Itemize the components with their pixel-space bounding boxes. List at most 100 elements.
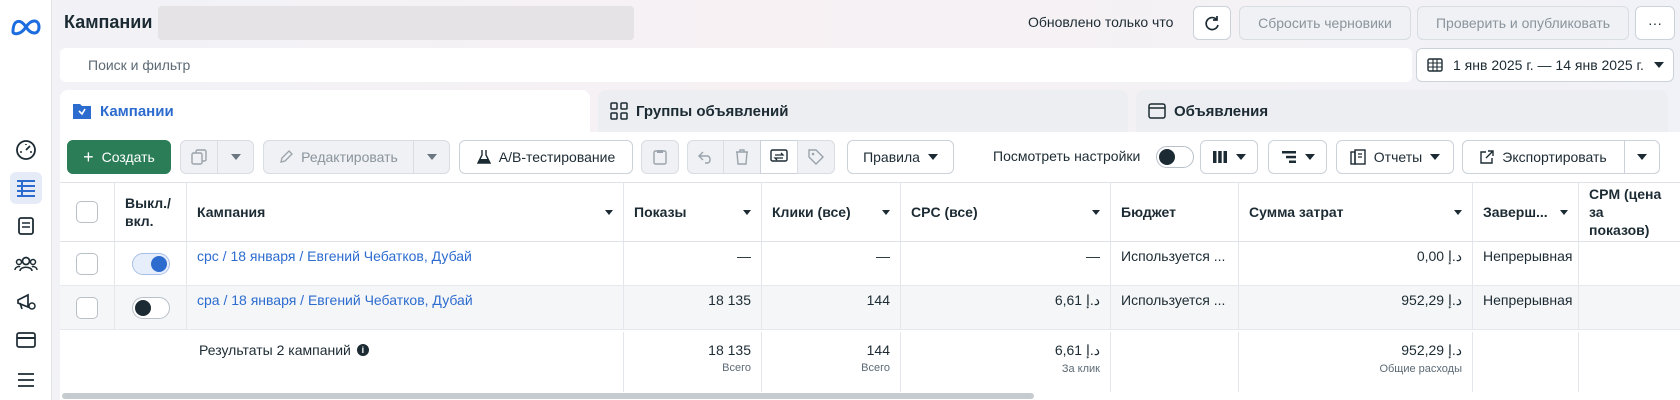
- tab-campaigns[interactable]: Кампании: [60, 90, 590, 132]
- table-row[interactable]: cpc / 18 января / Евгений Чебатков, Дуба…: [60, 242, 1680, 286]
- audiences-icon[interactable]: [10, 248, 42, 280]
- info-icon[interactable]: i: [356, 344, 369, 356]
- header-cpc[interactable]: CPC (все): [901, 183, 1111, 241]
- review-publish-button[interactable]: Проверить и опубликовать: [1417, 6, 1629, 40]
- header-campaign-label: Кампания: [197, 204, 266, 220]
- menu-icon[interactable]: [10, 364, 42, 396]
- sort-caret-icon: [1454, 209, 1462, 215]
- account-name-redacted: [158, 6, 634, 40]
- budget-value: Используется ...: [1111, 242, 1239, 285]
- clipboard-icon: [653, 150, 667, 165]
- row-select-cell: [60, 286, 115, 329]
- tag-icon: [808, 149, 824, 165]
- totals-impressions-cell: 18 135 Всего: [624, 332, 762, 392]
- refresh-button[interactable]: [1193, 6, 1231, 40]
- billing-card-icon[interactable]: [10, 324, 42, 356]
- horizontal-scrollbar[interactable]: [62, 393, 1034, 399]
- chevron-down-icon: [230, 154, 241, 160]
- tab-ad-sets[interactable]: Группы объявлений: [598, 90, 1128, 132]
- columns-icon: [1213, 151, 1227, 163]
- tab-ads[interactable]: Объявления: [1136, 90, 1668, 132]
- reports-dropdown[interactable]: Отчеты: [1336, 140, 1454, 174]
- cpc-value: —: [901, 242, 1111, 285]
- date-range-label: 1 янв 2025 г. — 14 янв 2025 г.: [1453, 57, 1644, 73]
- select-all-checkbox[interactable]: [76, 201, 98, 223]
- search-filter-input[interactable]: Поиск и фильтр: [60, 48, 1412, 82]
- reset-drafts-button[interactable]: Сбросить черновики: [1239, 6, 1411, 40]
- totals-clicks-sub: Всего: [861, 362, 890, 374]
- date-range-picker[interactable]: 1 янв 2025 г. — 14 янв 2025 г.: [1416, 48, 1674, 82]
- campaign-name-link[interactable]: cpa / 18 января / Евгений Чебатков, Дуба…: [187, 286, 624, 329]
- row-toggle-cell: [115, 242, 187, 285]
- totals-spacer: [60, 332, 187, 392]
- clicks-value: —: [762, 242, 901, 285]
- ads-manager-table-icon[interactable]: [10, 172, 42, 204]
- clicks-value: 144: [762, 286, 901, 329]
- clipboard-button[interactable]: [641, 140, 679, 174]
- totals-label-cell: Результаты 2 кампаний i: [187, 332, 624, 392]
- edit-button[interactable]: Редактировать: [263, 140, 414, 174]
- toggle-knob: [150, 255, 167, 272]
- more-options-button[interactable]: ···: [1635, 6, 1675, 40]
- dashboard-icon[interactable]: [10, 134, 42, 166]
- pages-icon[interactable]: [10, 210, 42, 242]
- campaign-on-toggle[interactable]: [131, 252, 170, 275]
- row-checkbox[interactable]: [76, 252, 98, 275]
- updated-status: Обновлено только что: [1028, 14, 1174, 30]
- header-clicks[interactable]: Клики (все): [762, 183, 901, 241]
- ab-test-label: A/B-тестирование: [498, 149, 616, 165]
- header-cpm[interactable]: CPM (цена за показов): [1579, 183, 1680, 241]
- megaphone-settings-icon[interactable]: [10, 286, 42, 318]
- header-ends-label: Заверш...: [1483, 204, 1548, 220]
- export-dropdown-button[interactable]: [1624, 140, 1660, 174]
- sort-caret-icon: [1092, 209, 1100, 215]
- header-campaign[interactable]: Кампания: [187, 183, 624, 241]
- create-button[interactable]: + Создать: [67, 140, 171, 174]
- campaign-off-toggle[interactable]: [131, 296, 170, 319]
- calendar-grid-icon: [1427, 58, 1443, 72]
- page-title: Кампании: [64, 12, 153, 32]
- window-icon: [1148, 103, 1166, 119]
- totals-cpc-cell: 6,61 د.إ За клик: [901, 332, 1111, 392]
- header-impressions[interactable]: Показы: [624, 183, 762, 241]
- table-row[interactable]: cpa / 18 января / Евгений Чебатков, Дуба…: [60, 286, 1680, 330]
- export-button[interactable]: Экспортировать: [1462, 140, 1625, 174]
- ends-value: Непрерывная: [1473, 242, 1579, 285]
- breakdown-button[interactable]: [1268, 140, 1327, 174]
- totals-impressions: 18 135: [708, 342, 751, 358]
- header-spend[interactable]: Сумма затрат: [1239, 183, 1473, 241]
- refresh-icon: [1205, 16, 1219, 31]
- edit-label: Редактировать: [301, 149, 398, 165]
- delete-button[interactable]: [723, 140, 761, 174]
- duplicate-dropdown-button[interactable]: [217, 140, 254, 174]
- toggle-knob: [134, 299, 151, 316]
- header-toggle: Выкл./ вкл.: [115, 183, 187, 241]
- sort-caret-icon: [1560, 209, 1568, 215]
- ends-value: Непрерывная: [1473, 286, 1579, 329]
- preview-button[interactable]: [760, 140, 798, 174]
- row-checkbox[interactable]: [76, 296, 98, 319]
- impressions-value: —: [624, 242, 762, 285]
- plus-icon: +: [83, 147, 94, 167]
- export-icon: [1480, 150, 1494, 164]
- totals-spend: 952,29 د.إ: [1401, 342, 1462, 358]
- ab-test-button[interactable]: A/B-тестирование: [459, 140, 633, 174]
- header-ends[interactable]: Заверш...: [1473, 183, 1579, 241]
- view-settings-toggle[interactable]: [1156, 146, 1194, 168]
- chevron-down-icon: [426, 154, 437, 160]
- rules-dropdown[interactable]: Правила: [847, 140, 954, 174]
- header-cpc-label: CPC (все): [911, 204, 978, 220]
- campaign-name-link[interactable]: cpc / 18 января / Евгений Чебатков, Дуба…: [187, 242, 624, 285]
- left-rail: [0, 0, 52, 400]
- tab-campaigns-label: Кампании: [100, 102, 174, 120]
- tag-button[interactable]: [797, 140, 835, 174]
- undo-button[interactable]: [687, 140, 724, 174]
- edit-dropdown-button[interactable]: [413, 140, 450, 174]
- columns-button[interactable]: [1200, 140, 1258, 174]
- header-budget[interactable]: Бюджет: [1111, 183, 1239, 241]
- meta-logo-icon[interactable]: [10, 14, 42, 40]
- totals-ends-cell: [1473, 332, 1579, 392]
- duplicate-button[interactable]: [180, 140, 218, 174]
- chevron-down-icon: [1304, 154, 1315, 160]
- tab-ad-sets-label: Группы объявлений: [636, 102, 789, 120]
